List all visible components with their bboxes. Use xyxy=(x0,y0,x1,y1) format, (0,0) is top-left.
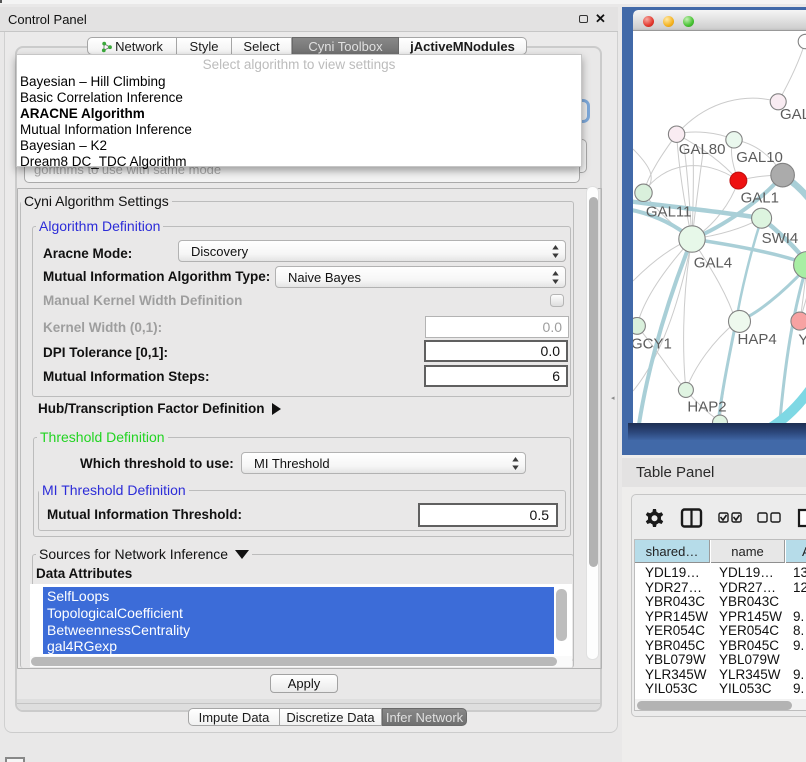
svg-text:SWI4: SWI4 xyxy=(762,230,799,247)
svg-text:HAP4: HAP4 xyxy=(738,331,777,348)
svg-text:GAL80: GAL80 xyxy=(679,141,726,158)
svg-text:HAP2: HAP2 xyxy=(687,399,726,416)
svg-text:GAL4: GAL4 xyxy=(694,255,732,272)
svg-text:GAL1: GAL1 xyxy=(741,190,779,207)
svg-text:GAL: GAL xyxy=(780,106,806,123)
svg-text:GCY1: GCY1 xyxy=(633,336,672,353)
svg-text:Y: Y xyxy=(798,332,806,349)
svg-text:GAL10: GAL10 xyxy=(736,149,783,166)
svg-text:GAL11: GAL11 xyxy=(646,204,692,221)
